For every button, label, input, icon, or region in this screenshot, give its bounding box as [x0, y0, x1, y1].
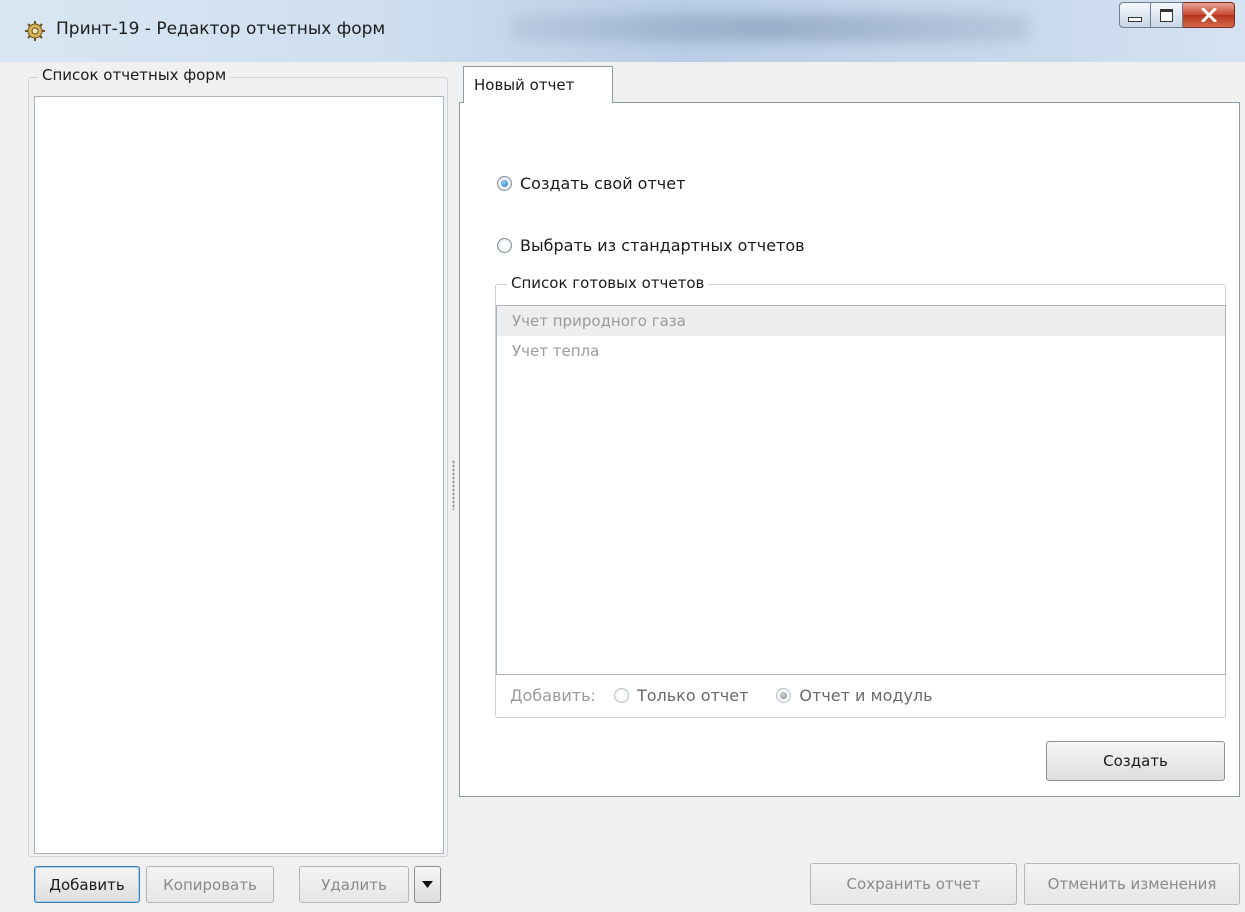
- cancel-changes-button[interactable]: Отменить изменения: [1024, 863, 1240, 905]
- radio-button-checked[interactable]: [497, 176, 512, 191]
- radio-choose-standard[interactable]: Выбрать из стандартных отчетов: [497, 236, 805, 255]
- copy-button[interactable]: Копировать: [146, 866, 274, 903]
- more-options-button[interactable]: [414, 866, 441, 903]
- close-icon: [1201, 8, 1216, 22]
- standard-reports-list[interactable]: Учет природного газа Учет тепла: [496, 305, 1226, 675]
- radio-create-custom[interactable]: Создать свой отчет: [497, 174, 685, 193]
- create-button[interactable]: Создать: [1046, 741, 1225, 781]
- radio-button[interactable]: [613, 688, 629, 703]
- app-window: Принт-19 - Редактор отчетных форм Список…: [0, 0, 1245, 912]
- radio-report-only-label: Только отчет: [636, 686, 749, 705]
- add-button[interactable]: Добавить: [34, 866, 140, 903]
- standard-reports-label: Список готовых отчетов: [507, 274, 709, 292]
- radio-button-checked[interactable]: [776, 688, 792, 703]
- maximize-icon: [1160, 8, 1173, 22]
- add-mode-row: Добавить: Только отчет Отчет и модуль: [510, 686, 961, 705]
- delete-button[interactable]: Удалить: [299, 866, 409, 903]
- app-gear-icon: [25, 21, 45, 41]
- add-mode-label: Добавить:: [510, 686, 596, 705]
- tab-new-report[interactable]: Новый отчет: [463, 66, 613, 103]
- radio-button[interactable]: [497, 238, 512, 253]
- window-title: Принт-19 - Редактор отчетных форм: [56, 19, 386, 39]
- radio-report-and-module-label: Отчет и модуль: [799, 686, 933, 705]
- window-controls: [1119, 2, 1235, 28]
- minimize-icon: [1128, 16, 1142, 22]
- report-forms-list[interactable]: [34, 96, 444, 854]
- report-forms-label: Список отчетных форм: [38, 66, 231, 84]
- radio-create-custom-label: Создать свой отчет: [520, 174, 686, 193]
- minimize-button[interactable]: [1119, 2, 1151, 28]
- radio-choose-standard-label: Выбрать из стандартных отчетов: [520, 236, 805, 255]
- panel-splitter[interactable]: [452, 460, 455, 510]
- radio-report-and-module[interactable]: Отчет и модуль: [776, 686, 933, 705]
- list-item[interactable]: Учет тепла: [497, 336, 1225, 366]
- close-button[interactable]: [1183, 2, 1235, 28]
- title-bar[interactable]: Принт-19 - Редактор отчетных форм: [0, 0, 1245, 62]
- radio-report-only[interactable]: Только отчет: [613, 686, 749, 705]
- save-report-button[interactable]: Сохранить отчет: [810, 863, 1017, 905]
- chevron-down-icon: [422, 881, 433, 888]
- list-item[interactable]: Учет природного газа: [497, 306, 1225, 336]
- maximize-button[interactable]: [1151, 2, 1183, 28]
